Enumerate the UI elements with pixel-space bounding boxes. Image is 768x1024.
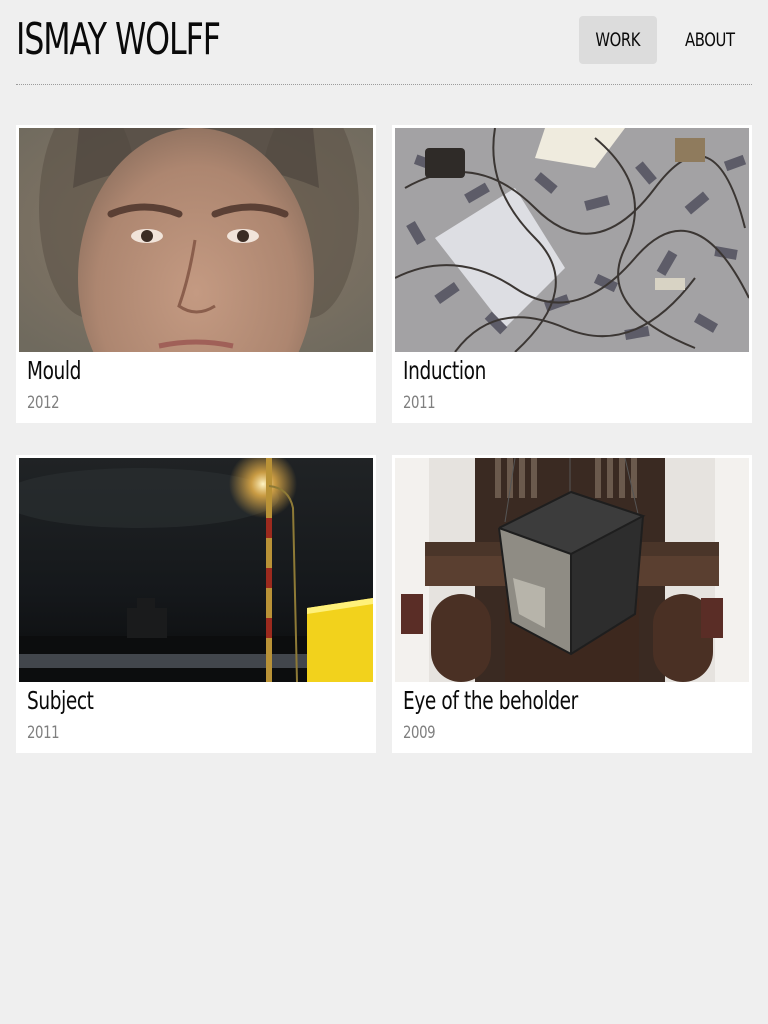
work-title[interactable]: Subject (27, 685, 94, 717)
work-thumbnail-mould[interactable] (19, 128, 373, 352)
work-year: 2011 (27, 723, 60, 743)
work-title[interactable]: Mould (27, 355, 81, 387)
work-thumbnail-subject[interactable] (19, 458, 373, 682)
work-year: 2011 (403, 393, 436, 413)
work-title[interactable]: Eye of the beholder (403, 685, 578, 717)
work-year: 2012 (27, 393, 60, 413)
nav-work-label: WORK (595, 29, 641, 51)
work-card-subject[interactable]: Subject 2011 (16, 455, 376, 753)
work-year: 2009 (403, 723, 436, 743)
cube-in-church-image (395, 458, 749, 682)
work-thumbnail-induction[interactable] (395, 128, 749, 352)
work-title[interactable]: Induction (403, 355, 486, 387)
night-streetlight-image (19, 458, 373, 682)
page: ISMAY WOLFF WORK ABOUT Mould 2012 Induct… (0, 0, 768, 1024)
site-title[interactable]: ISMAY WOLFF (16, 8, 221, 72)
cables-on-floor-image (395, 128, 749, 352)
site-header: ISMAY WOLFF WORK ABOUT (16, 0, 752, 85)
work-card-eye-of-the-beholder[interactable]: Eye of the beholder 2009 (392, 455, 752, 753)
face-portrait-image (19, 128, 373, 352)
work-card-induction[interactable]: Induction 2011 (392, 125, 752, 423)
work-grid: Mould 2012 Induction 2011 Subject 2011 E… (16, 125, 752, 753)
work-thumbnail-eye-of-the-beholder[interactable] (395, 458, 749, 682)
nav-about-label: ABOUT (685, 29, 735, 51)
work-card-mould[interactable]: Mould 2012 (16, 125, 376, 423)
nav-about-link[interactable]: ABOUT (668, 16, 752, 64)
nav-work-link[interactable]: WORK (579, 16, 657, 64)
